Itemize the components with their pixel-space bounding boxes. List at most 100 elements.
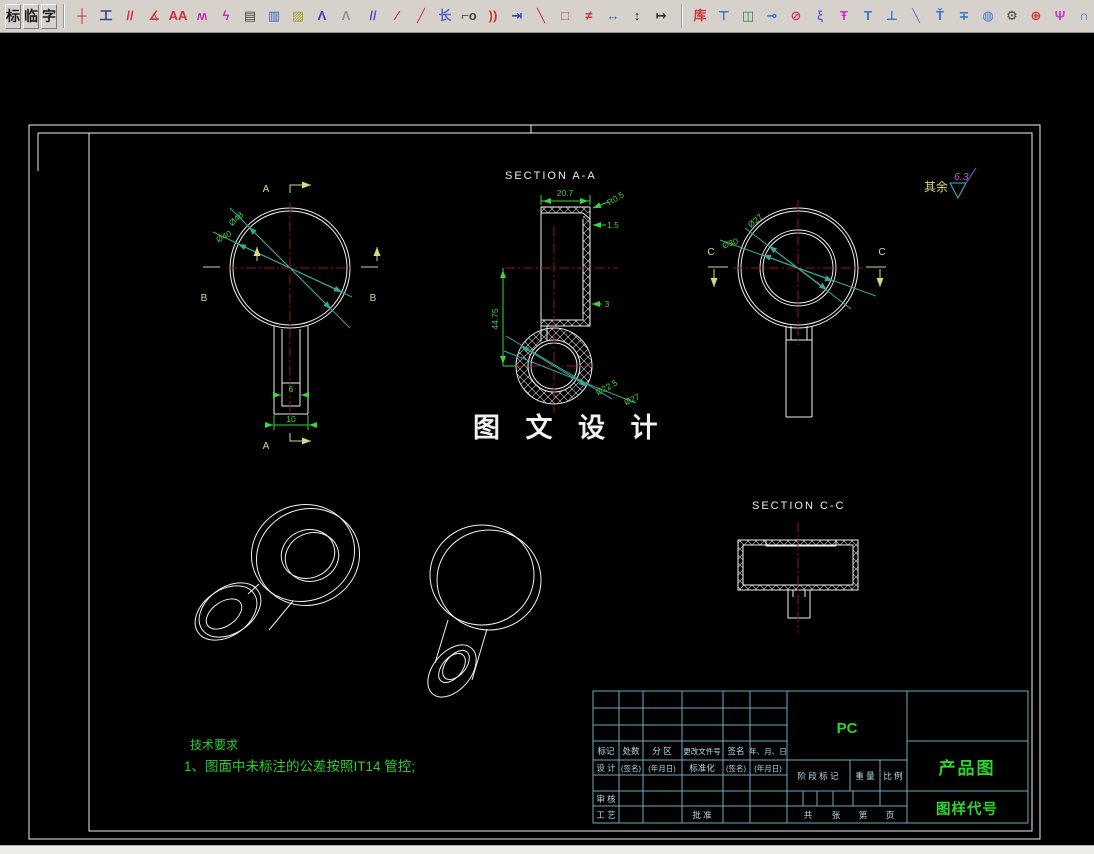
dim-label-slot-width: 6: [289, 384, 294, 394]
tb-design-sign: (签名): [621, 763, 641, 773]
rect-leader-icon[interactable]: □: [554, 5, 576, 27]
bearing-section-icon[interactable]: ⊘: [785, 5, 807, 27]
tb-design-date: (年月日): [648, 763, 676, 773]
tb-material: PC: [837, 720, 858, 737]
double-arc-icon[interactable]: )): [482, 5, 504, 27]
toolbar-button-lin[interactable]: 临: [23, 3, 39, 29]
countersunk-screw-icon[interactable]: Ψ: [1049, 5, 1071, 27]
chain-wheel-icon[interactable]: ⚙: [1001, 5, 1023, 27]
half-line-icon[interactable]: ∕: [386, 5, 408, 27]
shaft-icon[interactable]: ⊸: [761, 5, 783, 27]
front-view: Ø48 Ø40 6 10 A A B B: [201, 181, 381, 452]
t-bolt-icon[interactable]: T: [857, 5, 879, 27]
drawing-canvas[interactable]: Ø48 Ø40 6 10 A A B B SECTION A-A 20.7 R0…: [0, 33, 1094, 845]
dim-label-wall: 1.5: [607, 220, 619, 230]
tb-page-unit: 页: [886, 810, 895, 820]
section-aa-view: SECTION A-A 20.7 R0.5 1.5 3 44.75 Ø22.5 …: [490, 170, 641, 413]
tb-standard-label: 标准化: [689, 763, 715, 773]
chamfer-dim-icon[interactable]: Λ: [335, 5, 357, 27]
toolbar-separator-2: [681, 4, 683, 28]
belt-pulley-icon[interactable]: ∩: [1073, 5, 1094, 27]
surface-finish-note: 其余 6.3: [924, 167, 977, 200]
break-view-icon[interactable]: ▤: [239, 5, 261, 27]
horizontal-span-icon[interactable]: ↔: [602, 5, 624, 27]
frame-part-icon[interactable]: ◫: [737, 5, 759, 27]
spring-icon[interactable]: ξ: [809, 5, 831, 27]
dim-label-step: 3: [605, 299, 610, 309]
hatch-blue-icon[interactable]: ▥: [263, 5, 285, 27]
section-letter-c-left: C: [707, 247, 714, 258]
dimension-icon[interactable]: ┼: [71, 5, 93, 27]
pin-icon[interactable]: ⊥: [881, 5, 903, 27]
side-view: Ø27 Ø30 C C: [707, 200, 886, 418]
tb-weight-label: 重 量: [855, 771, 875, 781]
hatch-lines-icon[interactable]: ╲: [905, 5, 927, 27]
dim-label-height: 44.75: [490, 308, 500, 330]
line-icon[interactable]: ╱: [410, 5, 432, 27]
hatch-yellow-icon[interactable]: ▨: [287, 5, 309, 27]
tap-tool-icon[interactable]: ⊤: [713, 5, 735, 27]
text-style-icon[interactable]: AA: [167, 5, 189, 27]
surface-finish-prefix: 其余: [924, 179, 948, 194]
tech-requirements-line1: 1、图面中未标注的公差按照IT14 管控;: [184, 759, 415, 774]
chamfer-icon[interactable]: Λ: [311, 5, 333, 27]
section-aa-title: SECTION A-A: [505, 170, 597, 182]
stud-icon[interactable]: ∓: [953, 5, 975, 27]
toolbar-group-library: 库 ⊤ ◫ ⊸ ⊘ ξ Ŧ T ⊥ ╲ Ť ∓ ◍ ⚙ ⊕ Ψ ∩: [688, 5, 1094, 27]
parallel-lines-icon[interactable]: //: [119, 5, 141, 27]
tb-stage-label: 阶 段 标 记: [797, 771, 839, 781]
tb-drawing-name: 产品图: [939, 758, 996, 778]
tb-header-change-doc: 更改文件号: [683, 746, 721, 756]
leader-zigzag-icon[interactable]: ϟ: [215, 5, 237, 27]
double-strike-icon[interactable]: ≠: [578, 5, 600, 27]
tb-sheets-unit: 张: [832, 810, 841, 820]
section-letter-b-right: B: [370, 293, 377, 304]
tb-scale-label: 比 例: [883, 771, 902, 781]
toolbar-separator: [63, 4, 65, 28]
iso-view-1: [194, 504, 361, 641]
status-bar: [0, 845, 1094, 854]
section-letter-b-left: B: [201, 293, 208, 304]
bearing-icon[interactable]: ◍: [977, 5, 999, 27]
tb-standard-date: (年月日): [754, 763, 782, 773]
baseline-dimension-icon[interactable]: 工: [95, 5, 117, 27]
toolbar-group-annotation: //∕ ╱ 长 ⌐o)) ⇥ ╲ □ ≠ ↔ ↕ ↦: [361, 5, 673, 27]
iso-view-2: [427, 524, 542, 698]
angle-dimension-icon[interactable]: ∡: [143, 5, 165, 27]
crosshair-icon[interactable]: ⊕: [1025, 5, 1047, 27]
tb-header-mark: 标记: [597, 746, 615, 756]
section-lines-icon[interactable]: //: [362, 5, 384, 27]
sheet-frame: [28, 124, 1041, 840]
screw-icon[interactable]: Ť: [929, 5, 951, 27]
section-cc-title: SECTION C-C: [752, 500, 846, 512]
tb-page-label: 第: [859, 810, 868, 820]
section-cc-view: SECTION C-C: [737, 500, 859, 633]
dim-label-side-hub: Ø30: [721, 236, 740, 251]
polyline-dimension-icon[interactable]: ʍ: [191, 5, 213, 27]
datum-arrow-icon[interactable]: ⇥: [506, 5, 528, 27]
dim-label-side-inner: Ø27: [746, 212, 765, 230]
tb-process-label: 工 艺: [596, 810, 615, 820]
tb-review-label: 审 核: [596, 794, 616, 804]
dim-label-inner-dia: Ø40: [214, 228, 233, 244]
vertical-span-icon[interactable]: ↕: [626, 5, 648, 27]
dim-label-width: 20.7: [557, 188, 574, 198]
dim-label-fillet: R0.5: [605, 189, 626, 207]
dim-label-stem-width: 10: [286, 414, 296, 424]
app-window: 标 临 字 ┼ 工//∡ AA ʍ ϟ ▤ ▥ ▨ Λ Λ //∕ ╱ 长 ⌐o)) ⇥ ╲ □ ≠ ↔ ↕ ↦ 库 ⊤…: [0, 0, 1094, 854]
slope-line-icon[interactable]: ╲: [530, 5, 552, 27]
leader-hook-icon[interactable]: ⌐o: [458, 5, 480, 27]
library-icon[interactable]: 库: [689, 5, 711, 27]
dim-label-hub: Ø27: [622, 391, 641, 407]
tb-design-label: 设 计: [596, 763, 616, 773]
tb-drawing-code: 图样代号: [936, 800, 998, 818]
tb-header-date: 年、月、日: [749, 746, 787, 756]
toolbar-button-zi[interactable]: 字: [41, 3, 57, 29]
tb-header-count: 处数: [622, 746, 640, 756]
bolt-icon[interactable]: Ŧ: [833, 5, 855, 27]
section-letter-a-top: A: [263, 184, 270, 195]
section-letter-a-bottom: A: [263, 441, 270, 452]
length-dimension-icon[interactable]: 长: [434, 5, 456, 27]
toolbar-button-biao[interactable]: 标: [5, 3, 21, 29]
limit-span-icon[interactable]: ↦: [650, 5, 672, 27]
